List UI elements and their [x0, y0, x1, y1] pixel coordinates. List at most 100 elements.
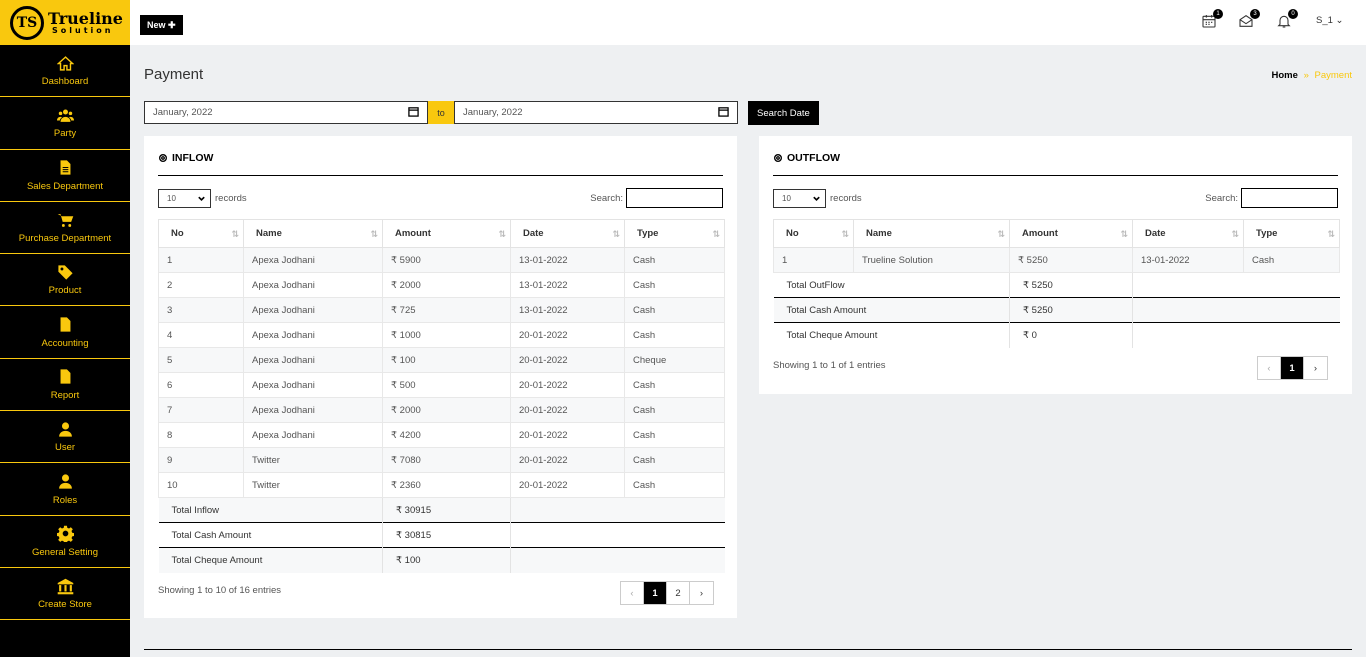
inflow-search-input[interactable] — [626, 188, 723, 208]
brand-name: Trueline — [48, 8, 123, 28]
table-cell: ₹ 7080 — [382, 447, 511, 473]
breadcrumb-separator: » — [1303, 70, 1309, 81]
new-button[interactable]: New ✚ — [140, 15, 183, 35]
table-row: 6 Apexa Jodhani ₹ 500 20-01-2022 Cash — [158, 372, 725, 398]
pagination-page[interactable]: 1 — [1281, 357, 1304, 379]
table-cell: Apexa Jodhani — [243, 347, 383, 373]
sort-icon: ⇅ — [1120, 229, 1127, 239]
calendar-icon[interactable]: 1 — [1201, 9, 1223, 31]
column-header-type[interactable]: Type ⇅ — [1243, 219, 1340, 248]
total-empty-cell — [510, 547, 725, 573]
table-row: 4 Apexa Jodhani ₹ 1000 20-01-2022 Cash — [158, 322, 725, 348]
breadcrumb-home[interactable]: Home — [1272, 70, 1298, 81]
table-cell: Cheque — [624, 347, 725, 373]
total-row: Total Cheque Amount ₹ 100 — [158, 547, 725, 573]
table-cell: ₹ 1000 — [382, 322, 511, 348]
table-cell: ₹ 725 — [382, 297, 511, 323]
table-cell: Apexa Jodhani — [243, 297, 383, 323]
calendar-picker-icon[interactable] — [718, 106, 729, 120]
brand-logo[interactable]: TS Trueline Solution — [0, 0, 130, 45]
outflow-length-select[interactable]: 10 — [773, 189, 826, 208]
total-label: Total Cash Amount — [158, 522, 383, 548]
gear-icon — [159, 154, 167, 162]
from-date-input[interactable]: January, 2022 — [144, 101, 428, 124]
table-cell: Apexa Jodhani — [243, 247, 383, 273]
table-cell: Cash — [624, 372, 725, 398]
inflow-title: INFLOW — [158, 152, 213, 164]
outflow-search-input[interactable] — [1241, 188, 1338, 208]
sidebar-item-dashboard[interactable]: Dashboard — [0, 45, 130, 98]
mail-icon[interactable]: 3 — [1238, 9, 1260, 31]
table-cell: 5 — [158, 347, 244, 373]
logo-mark: TS — [10, 5, 44, 40]
column-header-amount[interactable]: Amount ⇅ — [1009, 219, 1133, 248]
column-header-type[interactable]: Type ⇅ — [624, 219, 725, 248]
total-row: Total Cheque Amount ₹ 0 — [773, 322, 1340, 348]
table-cell: Apexa Jodhani — [243, 272, 383, 298]
sidebar-item-party[interactable]: Party — [0, 97, 130, 150]
table-cell: 20-01-2022 — [510, 322, 625, 348]
table-cell: 20-01-2022 — [510, 447, 625, 473]
table-cell: 20-01-2022 — [510, 372, 625, 398]
breadcrumb: Home » Payment — [1272, 70, 1352, 81]
sidebar-item-report[interactable]: Report — [0, 359, 130, 412]
pagination-page[interactable]: 2 — [667, 582, 690, 604]
sort-icon: ⇅ — [841, 229, 848, 239]
table-cell: 13-01-2022 — [510, 297, 625, 323]
sidebar-item-purchase-department[interactable]: Purchase Department — [0, 202, 130, 255]
sort-icon: ⇅ — [498, 229, 505, 239]
total-empty-cell — [1132, 322, 1340, 348]
column-header-name[interactable]: Name ⇅ — [853, 219, 1010, 248]
column-header-amount[interactable]: Amount ⇅ — [382, 219, 511, 248]
to-date-input[interactable]: January, 2022 — [454, 101, 738, 124]
pagination-next[interactable]: › — [690, 582, 713, 604]
cart-icon — [56, 211, 74, 229]
sidebar-item-accounting[interactable]: Accounting — [0, 306, 130, 359]
column-header-no[interactable]: No ⇅ — [158, 219, 244, 248]
table-cell: Twitter — [243, 447, 383, 473]
column-header-name[interactable]: Name ⇅ — [243, 219, 383, 248]
table-cell: ₹ 2360 — [382, 472, 511, 498]
total-value: ₹ 5250 — [1009, 272, 1133, 298]
bell-icon[interactable]: 0 — [1276, 9, 1298, 31]
total-empty-cell — [510, 497, 725, 523]
table-row: 1 Trueline Solution ₹ 5250 13-01-2022 Cash — [773, 247, 1340, 273]
pagination-prev[interactable]: ‹ — [1258, 357, 1281, 379]
user-menu[interactable]: S_1 ⌄ — [1316, 15, 1344, 26]
inflow-table-body: 1 Apexa Jodhani ₹ 5900 13-01-2022 Cash 2 Apexa… — [158, 247, 725, 573]
column-header-no[interactable]: No ⇅ — [773, 219, 854, 248]
total-empty-cell — [1132, 297, 1340, 323]
table-cell: Twitter — [243, 472, 383, 498]
pagination-prev[interactable]: ‹ — [621, 582, 644, 604]
sidebar-item-general-setting[interactable]: General Setting — [0, 516, 130, 568]
calendar-picker-icon[interactable] — [408, 106, 419, 120]
sidebar-item-product[interactable]: Product — [0, 254, 130, 307]
inflow-table: No ⇅ Name ⇅ Amount ⇅ Date ⇅ Type ⇅ 1 Apexa Jod… — [158, 219, 725, 573]
outflow-table-body: 1 Trueline Solution ₹ 5250 13-01-2022 Cash To… — [773, 247, 1340, 348]
table-row: 1 Apexa Jodhani ₹ 5900 13-01-2022 Cash — [158, 247, 725, 273]
sidebar-item-roles[interactable]: Roles — [0, 463, 130, 516]
table-cell: Cash — [624, 447, 725, 473]
pagination-next[interactable]: › — [1304, 357, 1327, 379]
inflow-length-select[interactable]: 10 — [158, 189, 211, 208]
table-cell: Apexa Jodhani — [243, 422, 383, 448]
column-header-date[interactable]: Date ⇅ — [510, 219, 625, 248]
top-header: New ✚ 1 3 0 S_1 ⌄ — [130, 0, 1366, 45]
table-cell: ₹ 500 — [382, 372, 511, 398]
inflow-table-info: Showing 1 to 10 of 16 entries — [158, 585, 282, 596]
file-icon — [56, 316, 74, 334]
sidebar-item-create-store[interactable]: Create Store — [0, 568, 130, 621]
user-icon — [56, 420, 74, 438]
sidebar-item-sales-department[interactable]: Sales Department — [0, 150, 130, 202]
chevron-down-icon — [198, 196, 205, 201]
file-icon — [56, 159, 74, 177]
sort-icon: ⇅ — [370, 229, 377, 239]
pagination-page[interactable]: 1 — [644, 582, 667, 604]
sort-icon: ⇅ — [997, 229, 1004, 239]
sidebar-item-user[interactable]: User — [0, 411, 130, 464]
sort-icon: ⇅ — [1327, 229, 1334, 239]
search-date-button[interactable]: Search Date — [748, 101, 819, 125]
table-cell: Cash — [1243, 247, 1340, 273]
column-header-date[interactable]: Date ⇅ — [1132, 219, 1244, 248]
total-value: ₹ 30915 — [382, 497, 511, 523]
